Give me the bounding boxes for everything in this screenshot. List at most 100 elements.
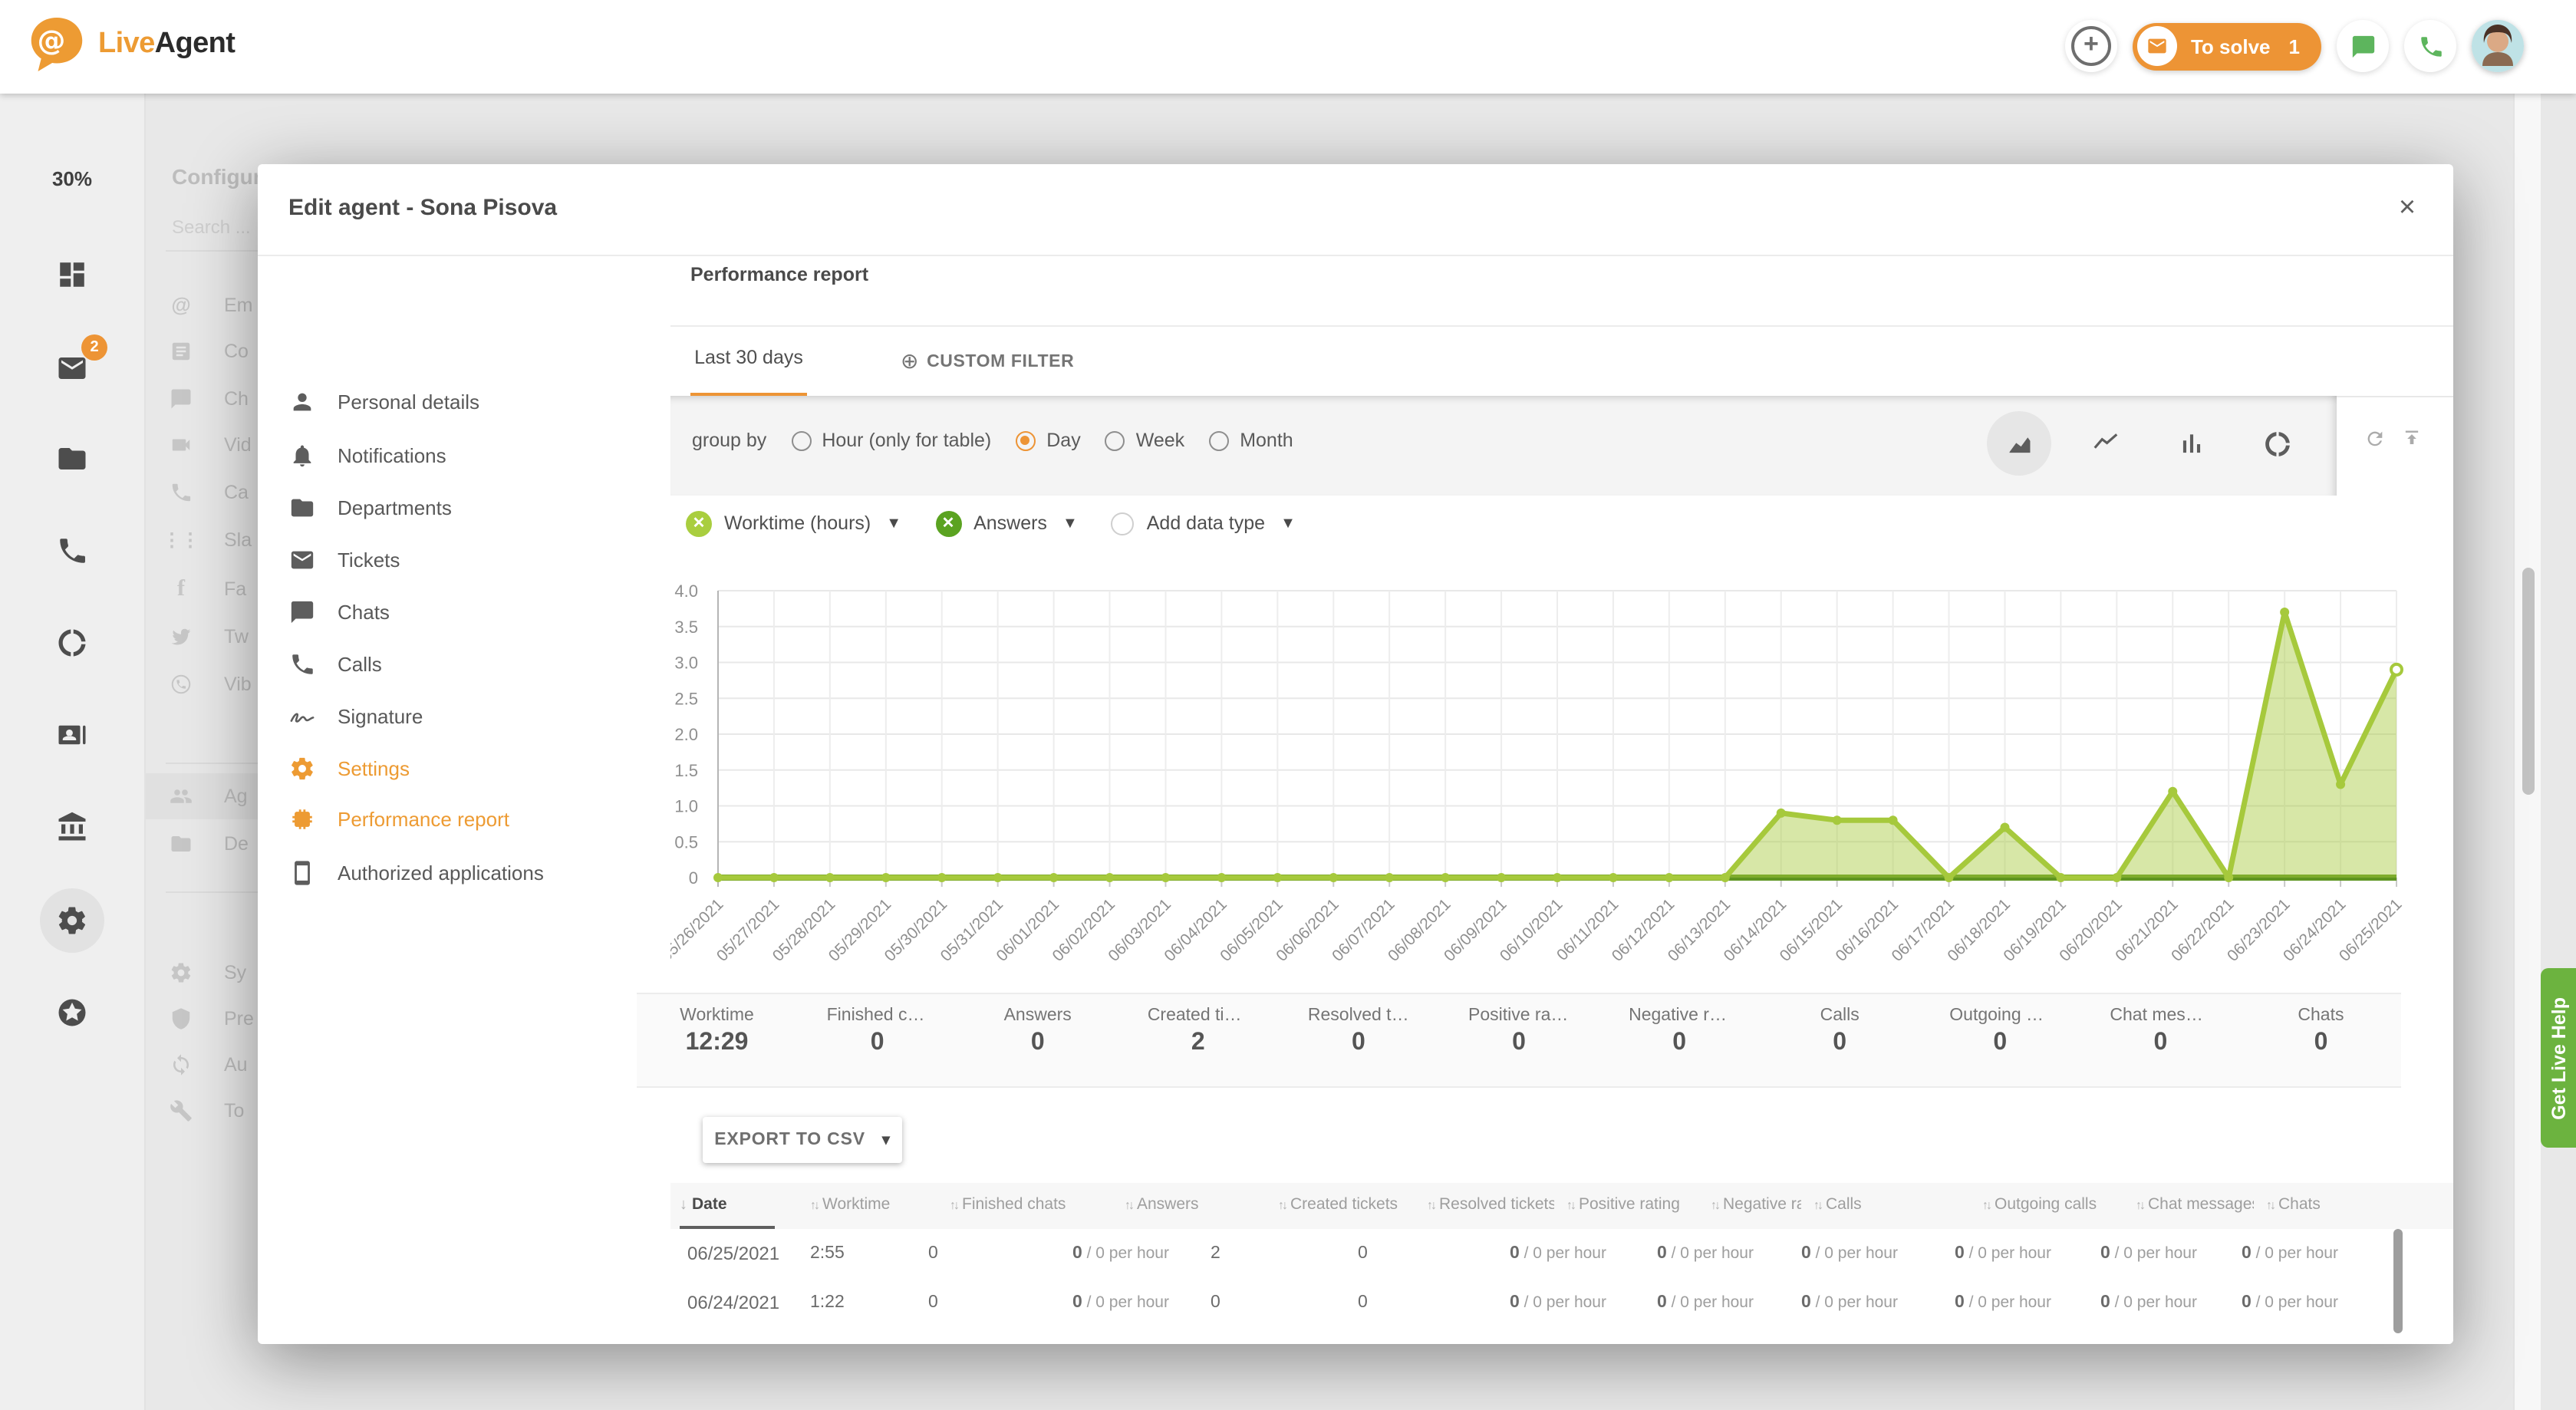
area-chart-icon — [2004, 429, 2034, 458]
phone-icon — [2417, 33, 2443, 59]
column-header-answers[interactable]: ↑↓Answers — [1125, 1195, 1199, 1214]
chevron-down-icon: ▼ — [1280, 515, 1296, 532]
viber-icon — [170, 673, 193, 696]
sidebar-item-gear[interactable] — [56, 904, 88, 937]
column-header-worktime[interactable]: ↑↓Worktime — [810, 1195, 890, 1214]
add-new-button[interactable]: + — [2065, 20, 2117, 72]
cell: 0 / 0 per hour — [2100, 1293, 2197, 1312]
nav-item-chats[interactable]: Chats — [258, 588, 670, 637]
nav-item-performance-report[interactable]: Performance report — [258, 795, 670, 844]
sort-desc-icon: ↓ — [680, 1197, 687, 1214]
series-chip-worktime-hours-[interactable]: ✕ Worktime (hours) ▼ — [686, 510, 901, 536]
people-icon — [170, 785, 193, 808]
nav-item-signature[interactable]: Signature — [258, 692, 670, 741]
live-help-tab[interactable]: Get Live Help — [2541, 968, 2576, 1148]
column-header-date[interactable]: ↓Date — [680, 1195, 727, 1214]
sidebar-item-donut[interactable] — [56, 627, 88, 659]
app-logo[interactable]: @ LiveAgent — [25, 12, 235, 77]
chats-button[interactable] — [2337, 20, 2389, 72]
series-chip-answers[interactable]: ✕Answers▼ — [935, 510, 1078, 536]
nav-item-authorized-applications[interactable]: Authorized applications — [258, 848, 670, 898]
radio-day[interactable] — [1016, 430, 1036, 450]
add-data-type-label: Add data type — [1147, 512, 1265, 534]
area-chart-button[interactable] — [1987, 411, 2051, 476]
stat-label: Worktime — [667, 1006, 768, 1025]
chevron-down-icon: ▼ — [886, 515, 901, 532]
sidebar-item-bank[interactable] — [56, 811, 88, 843]
phone-icon — [170, 481, 193, 504]
column-header-finished-chats[interactable]: ↑↓Finished chats — [950, 1195, 1066, 1214]
table-row[interactable]: 06/25/20212:5500 / 0 per hour200 / 0 per… — [670, 1229, 2453, 1280]
cell: 0 / 0 per hour — [1510, 1293, 1606, 1312]
stat-label: Resolved tickets — [1308, 1006, 1409, 1025]
radio-label: Week — [1136, 430, 1184, 451]
column-header-negative-rating[interactable]: ↑↓Negative rating — [1711, 1195, 1801, 1214]
upload-icon[interactable] — [2401, 428, 2423, 450]
table-row[interactable]: 06/23/20213:4200 / 0 per hour000 / 0 per… — [670, 1327, 2453, 1344]
nav-item-tickets[interactable]: Tickets — [258, 535, 670, 585]
tab-last-30-days[interactable]: Last 30 days — [690, 347, 807, 368]
nav-item-notifications[interactable]: Notifications — [258, 431, 670, 480]
sidebar-item-dashboard-grid[interactable] — [56, 259, 88, 291]
column-header-calls[interactable]: ↑↓Calls — [1813, 1195, 1862, 1214]
bar-chart-button[interactable] — [2159, 411, 2223, 476]
logo-bubble-icon: @ — [25, 12, 89, 77]
cell: 06/23/2021 — [687, 1341, 779, 1344]
user-avatar[interactable] — [2472, 20, 2524, 72]
radio-week[interactable] — [1105, 430, 1125, 450]
nav-item-settings[interactable]: Settings — [258, 744, 670, 793]
table-scrollbar[interactable] — [2393, 1229, 2403, 1333]
donut-chart-button[interactable] — [2245, 411, 2309, 476]
report-tabs: Last 30 days ⊕CUSTOM FILTER — [670, 325, 2453, 397]
column-header-positive-rating[interactable]: ↑↓Positive rating — [1566, 1195, 1680, 1214]
column-header-outgoing-calls[interactable]: ↑↓Outgoing calls — [1982, 1195, 2097, 1214]
refresh-icon[interactable] — [2364, 428, 2386, 450]
screen: Get Live Help @ LiveAgent + To solve 1 3… — [0, 0, 2576, 1410]
table-row[interactable]: 06/24/20211:2200 / 0 per hour000 / 0 per… — [670, 1278, 2453, 1329]
sort-icon: ↑↓ — [1711, 1198, 1718, 1212]
calls-button[interactable] — [2404, 20, 2456, 72]
remove-series-icon[interactable]: ✕ — [935, 510, 961, 536]
nav-item-personal-details[interactable]: Personal details — [258, 377, 670, 427]
stats-row: Worktime12:29Finished chats0Answers0Crea… — [637, 993, 2401, 1088]
configuration-search-input: Search ... — [172, 216, 251, 238]
close-icon[interactable]: × — [2386, 187, 2429, 230]
add-data-type[interactable]: Add data type ▼ — [1112, 512, 1296, 535]
stat-value: 0 — [1920, 1029, 2080, 1057]
cell: 0 / 0 per hour — [2242, 1293, 2338, 1312]
column-header-chats[interactable]: ↑↓Chats — [2266, 1195, 2321, 1214]
slack-icon: ⋮⋮ — [163, 526, 199, 554]
modal-title: Edit agent - Sona Pisova — [288, 195, 557, 221]
sidebar-item-envelope[interactable] — [56, 352, 88, 384]
export-to-csv-button[interactable]: EXPORT TO CSV▾ — [703, 1117, 902, 1163]
radio-hour-only-for-table-[interactable] — [791, 430, 811, 450]
sidebar-item-contact-card[interactable] — [56, 719, 88, 751]
page-scrollbar[interactable] — [2522, 568, 2535, 795]
line-chart-button[interactable] — [2073, 411, 2137, 476]
sidebar-item-star-circle[interactable] — [56, 997, 88, 1029]
svg-text:@: @ — [38, 24, 66, 57]
phone-icon — [56, 535, 88, 567]
app-sidebar: 30% 2 — [0, 94, 146, 1410]
column-header-created-tickets[interactable]: ↑↓Created tickets — [1278, 1195, 1398, 1214]
column-header-resolved-tickets[interactable]: ↑↓Resolved tickets — [1427, 1195, 1554, 1214]
nav-item-departments[interactable]: Departments — [258, 483, 670, 532]
nav-item-calls[interactable]: Calls — [258, 640, 670, 689]
sort-icon: ↑↓ — [2266, 1198, 2274, 1212]
stat-label: Negative rating — [1629, 1006, 1730, 1025]
radio-month[interactable] — [1209, 430, 1229, 450]
sort-icon: ↑↓ — [2136, 1198, 2143, 1212]
column-header-chat-messages[interactable]: ↑↓Chat messages — [2136, 1195, 2254, 1214]
sidebar-item-chat-bubble[interactable] — [56, 443, 88, 475]
remove-series-icon[interactable]: ✕ — [686, 510, 712, 536]
configuration-title: Configur — [172, 164, 262, 189]
radio-label: Day — [1046, 430, 1080, 451]
cell: 0 — [928, 1293, 938, 1312]
folder-icon — [170, 832, 193, 855]
stat-worktime: Worktime12:29 — [637, 994, 797, 1086]
cell: 0 / 0 per hour — [1801, 1293, 1898, 1312]
tab-custom-filter[interactable]: ⊕CUSTOM FILTER — [901, 348, 1074, 374]
sidebar-item-phone[interactable] — [56, 535, 88, 567]
to-solve-button[interactable]: To solve 1 — [2133, 22, 2321, 70]
series-chip-label: Worktime (hours) — [724, 512, 871, 534]
